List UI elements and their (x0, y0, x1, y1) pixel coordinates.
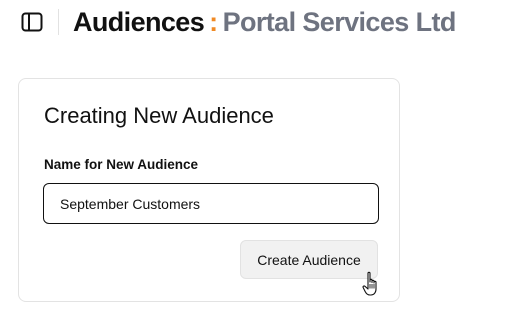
page: Audiences: Portal Services Ltd Creating N… (0, 0, 507, 332)
sidebar-toggle-button[interactable] (20, 10, 44, 34)
hand-pointer-cursor-icon (362, 271, 377, 296)
page-title: Audiences: Portal Services Ltd (73, 7, 456, 38)
sidebar-panel-icon (21, 12, 43, 32)
page-title-org: Portal Services Ltd (222, 6, 457, 37)
create-audience-card: Creating New Audience Name for New Audie… (18, 78, 400, 302)
page-title-separator: : (209, 6, 218, 37)
audience-name-label: Name for New Audience (44, 157, 199, 172)
card-title: Creating New Audience (44, 103, 274, 128)
audience-name-input[interactable] (43, 183, 379, 224)
page-header: Audiences: Portal Services Ltd (20, 2, 456, 42)
create-audience-button[interactable]: Create Audience (240, 240, 378, 279)
page-title-main: Audiences (73, 6, 205, 37)
header-divider (58, 9, 59, 35)
